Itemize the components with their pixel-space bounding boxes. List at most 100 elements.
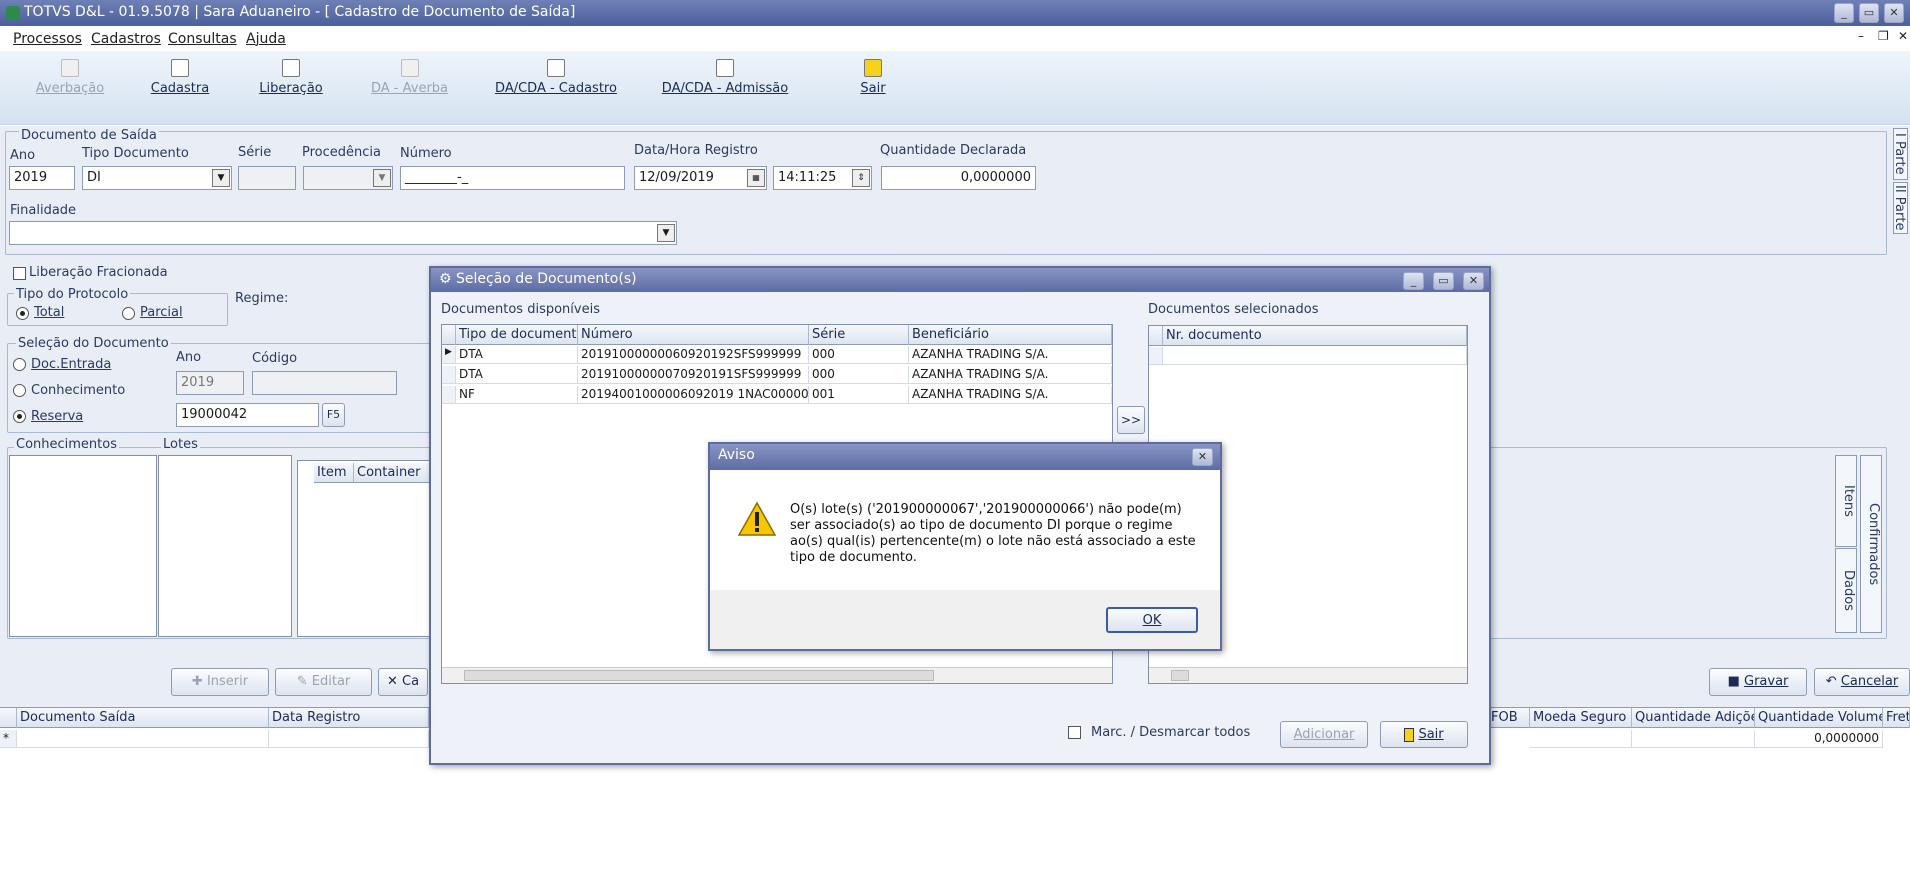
- menu-cadastros[interactable]: Cadastros: [91, 31, 161, 47]
- inserir-button[interactable]: ✚ Inserir: [171, 668, 269, 696]
- reserva-input[interactable]: 19000042: [176, 403, 319, 427]
- dacda-cadastro-button[interactable]: DA/CDA - Cadastro: [492, 59, 620, 96]
- table-cell[interactable]: DTA: [456, 346, 578, 364]
- horizontal-scrollbar[interactable]: [1149, 667, 1467, 683]
- move-right-button[interactable]: >>: [1117, 406, 1145, 434]
- tab-ii-parte[interactable]: II Parte: [1892, 182, 1908, 234]
- table-cell[interactable]: [1163, 347, 1467, 365]
- da-averba-button[interactable]: DA - Averba: [362, 59, 457, 96]
- child-close-icon[interactable]: ✕: [1898, 29, 1908, 43]
- table-cell[interactable]: AZANHA TRADING S/A.: [909, 366, 1112, 384]
- moeda-seguro-column-header[interactable]: Moeda Seguro: [1530, 708, 1632, 728]
- horizontal-scrollbar[interactable]: [442, 667, 1112, 683]
- finalidade-select[interactable]: ▼: [9, 221, 677, 245]
- beneficiario-column-header[interactable]: Beneficiário: [909, 325, 1112, 345]
- table-cell[interactable]: AZANHA TRADING S/A.: [909, 346, 1112, 364]
- itens-grid[interactable]: Item Container: [297, 460, 438, 637]
- table-cell[interactable]: [1530, 730, 1632, 748]
- procedencia-select[interactable]: ▼: [303, 166, 393, 190]
- frete-column-header[interactable]: Frete: [1883, 708, 1910, 728]
- minimize-icon[interactable]: _: [1834, 3, 1854, 23]
- chevron-down-icon[interactable]: ▼: [657, 224, 675, 242]
- conhecimentos-list[interactable]: [9, 455, 157, 637]
- ano-input[interactable]: 2019: [9, 166, 75, 190]
- averbacao-button[interactable]: Averbação: [30, 59, 110, 96]
- quantidade-declarada-input[interactable]: 0,0000000: [881, 166, 1036, 190]
- tab-dados[interactable]: Dados: [1835, 548, 1857, 633]
- codigo-input[interactable]: [252, 371, 397, 395]
- liberacao-button[interactable]: Liberação: [251, 59, 331, 96]
- table-cell[interactable]: [17, 730, 269, 748]
- spinner-icon[interactable]: ⇕: [852, 169, 870, 187]
- scrollbar-thumb[interactable]: [464, 670, 934, 681]
- tab-confirmados[interactable]: Confirmados: [1860, 455, 1882, 633]
- table-cell[interactable]: 20194001000006092019 1NAC00000: [578, 386, 809, 404]
- cadastra-button[interactable]: Cadastra: [140, 59, 220, 96]
- menu-processos[interactable]: Processos: [13, 31, 82, 47]
- data-registro-input[interactable]: 12/09/2019 ▦: [634, 166, 767, 190]
- scrollbar-thumb[interactable]: [1171, 670, 1189, 681]
- table-cell[interactable]: 000: [809, 366, 909, 384]
- fob-column-header[interactable]: FOB: [1488, 708, 1530, 728]
- close-icon[interactable]: ✕: [1463, 272, 1484, 290]
- menu-ajuda[interactable]: Ajuda: [246, 31, 286, 47]
- marcar-todos-checkbox[interactable]: [1068, 726, 1081, 739]
- adicionar-button[interactable]: Adicionar: [1280, 721, 1368, 748]
- quantidade-volumes-cell[interactable]: 0,0000000: [1755, 730, 1883, 748]
- documento-saida-column-header[interactable]: Documento Saída: [17, 708, 269, 728]
- table-cell[interactable]: AZANHA TRADING S/A.: [909, 386, 1112, 404]
- tipo-documento-column-header[interactable]: Tipo de documento: [456, 325, 578, 345]
- table-cell[interactable]: 20191000000070920191SFS999999: [578, 366, 809, 384]
- item-column-header[interactable]: Item: [314, 463, 354, 483]
- cancelar-item-button[interactable]: ✕ Ca: [378, 668, 428, 696]
- container-column-header[interactable]: Container: [354, 463, 438, 483]
- editar-button[interactable]: ✎ Editar: [275, 668, 372, 696]
- cancelar-button[interactable]: ↶ Cancelar: [1814, 668, 1910, 696]
- child-minimize-icon[interactable]: –: [1858, 29, 1864, 43]
- selecao-ano-input[interactable]: 2019: [176, 371, 244, 395]
- liberacao-fracionada-checkbox[interactable]: [13, 267, 26, 280]
- serie-column-header[interactable]: Série: [809, 325, 909, 345]
- chevron-down-icon[interactable]: ▼: [373, 169, 391, 187]
- table-cell[interactable]: 001: [809, 386, 909, 404]
- table-cell[interactable]: 20191000000060920192SFS999999: [578, 346, 809, 364]
- lotes-list[interactable]: [158, 455, 292, 637]
- doc-entrada-radio[interactable]: [13, 358, 26, 371]
- table-cell[interactable]: [1632, 730, 1755, 748]
- numero-input[interactable]: ________-_: [400, 166, 625, 190]
- chevron-down-icon[interactable]: ▼: [212, 169, 230, 187]
- menu-consultas[interactable]: Consultas: [168, 31, 237, 47]
- conhecimento-radio[interactable]: [13, 384, 26, 397]
- tab-itens[interactable]: Itens: [1835, 455, 1857, 547]
- nr-documento-column-header[interactable]: Nr. documento: [1163, 326, 1467, 346]
- numero-column-header[interactable]: Número: [578, 325, 809, 345]
- table-cell[interactable]: DTA: [456, 366, 578, 384]
- minimize-icon[interactable]: _: [1403, 272, 1424, 290]
- child-restore-icon[interactable]: ❐: [1878, 29, 1889, 43]
- tipo-documento-select[interactable]: DI ▼: [82, 166, 232, 190]
- table-cell[interactable]: 000: [809, 346, 909, 364]
- close-icon[interactable]: ✕: [1884, 3, 1904, 23]
- table-cell[interactable]: NF: [456, 386, 578, 404]
- grid-corner: [0, 708, 17, 728]
- tab-i-parte[interactable]: I Parte: [1892, 128, 1908, 180]
- reserva-radio[interactable]: [13, 410, 26, 423]
- table-cell[interactable]: [269, 730, 429, 748]
- dacda-admissao-button[interactable]: DA/CDA - Admissão: [660, 59, 790, 96]
- quantidade-adicoes-column-header[interactable]: Quantidade Adições: [1632, 708, 1755, 728]
- f5-button[interactable]: F5: [322, 403, 345, 427]
- parcial-radio[interactable]: [122, 307, 135, 320]
- total-radio[interactable]: [16, 307, 29, 320]
- maximize-icon[interactable]: ▭: [1433, 272, 1454, 290]
- hora-registro-input[interactable]: 14:11:25 ⇕: [773, 166, 872, 190]
- serie-input[interactable]: [238, 166, 296, 190]
- ok-button[interactable]: OK: [1106, 607, 1198, 633]
- sair-dialog-button[interactable]: Sair: [1380, 721, 1468, 748]
- gravar-button[interactable]: ■ Gravar: [1709, 668, 1807, 696]
- close-icon[interactable]: ✕: [1192, 448, 1213, 466]
- calendar-icon[interactable]: ▦: [747, 169, 765, 187]
- sair-toolbar-button[interactable]: Sair: [848, 59, 898, 96]
- quantidade-volumes-column-header[interactable]: Quantidade Volumes: [1755, 708, 1883, 728]
- data-registro-column-header[interactable]: Data Registro: [269, 708, 429, 728]
- maximize-icon[interactable]: ▭: [1859, 3, 1879, 23]
